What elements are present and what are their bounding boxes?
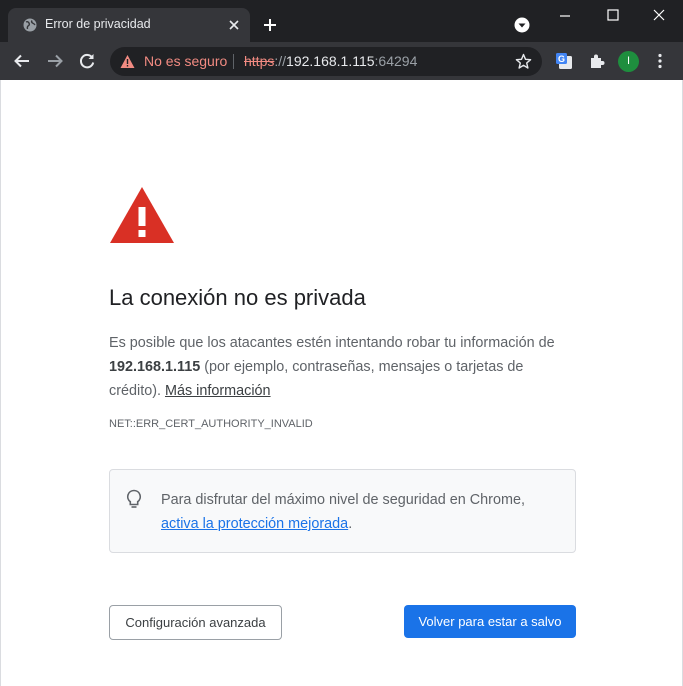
description-text: Es posible que los atacantes estén inten… (109, 331, 579, 403)
url-text[interactable]: https://192.168.1.115:64294 (244, 53, 417, 69)
warning-icon[interactable] (120, 54, 135, 69)
tab-search-icon[interactable] (514, 17, 530, 33)
close-icon[interactable] (226, 17, 242, 33)
warning-icon (110, 187, 174, 243)
globe-icon (23, 18, 37, 32)
back-to-safety-button[interactable]: Volver para estar a salvo (404, 605, 576, 638)
back-arrow-icon[interactable] (13, 52, 31, 70)
url-host: 192.168.1.115 (286, 53, 375, 69)
url-port: :64294 (374, 53, 418, 69)
error-code: NET::ERR_CERT_AUTHORITY_INVALID (109, 418, 313, 430)
translate-icon[interactable]: G (555, 52, 573, 70)
info-text-end: . (348, 516, 353, 532)
advanced-button[interactable]: Configuración avanzada (109, 605, 282, 640)
forward-arrow-icon[interactable] (46, 52, 64, 70)
enhanced-protection-link[interactable]: activa la protección mejorada (161, 516, 348, 532)
reload-icon[interactable] (78, 52, 96, 70)
omnibox-divider (233, 54, 234, 69)
star-icon[interactable] (515, 53, 532, 70)
page-title: La conexión no es privada (109, 285, 366, 310)
menu-icon[interactable] (651, 52, 669, 70)
enhanced-protection-box: Para disfrutar del máximo nivel de segur… (109, 469, 576, 553)
svg-text:G: G (558, 54, 565, 64)
security-status-label[interactable]: No es seguro (144, 53, 227, 69)
tab-title: Error de privacidad (45, 17, 151, 31)
info-text: Para disfrutar del máximo nivel de segur… (161, 488, 561, 536)
window-close-icon[interactable] (651, 7, 667, 23)
avatar[interactable]: I (618, 51, 639, 72)
puzzle-icon[interactable] (588, 52, 606, 70)
toolbar: No es seguro https://192.168.1.115:64294… (0, 42, 683, 80)
description-host: 192.168.1.115 (109, 359, 201, 375)
minimize-icon[interactable] (557, 8, 573, 24)
url-scheme: https (244, 53, 275, 69)
info-text-part: Para disfrutar del máximo nivel de segur… (161, 492, 525, 508)
description-part: Es posible que los atacantes estén inten… (109, 335, 555, 351)
address-bar[interactable]: No es seguro https://192.168.1.115:64294 (110, 47, 542, 76)
plus-icon[interactable] (262, 17, 278, 33)
more-info-link[interactable]: Más información (165, 383, 271, 399)
url-separator: :// (274, 53, 287, 69)
maximize-icon[interactable] (605, 7, 621, 23)
lightbulb-icon (126, 489, 142, 508)
interstitial-page: La conexión no es privada Es posible que… (0, 80, 683, 686)
title-bar: Error de privacidad (0, 0, 683, 42)
tab-active[interactable]: Error de privacidad (8, 8, 250, 42)
